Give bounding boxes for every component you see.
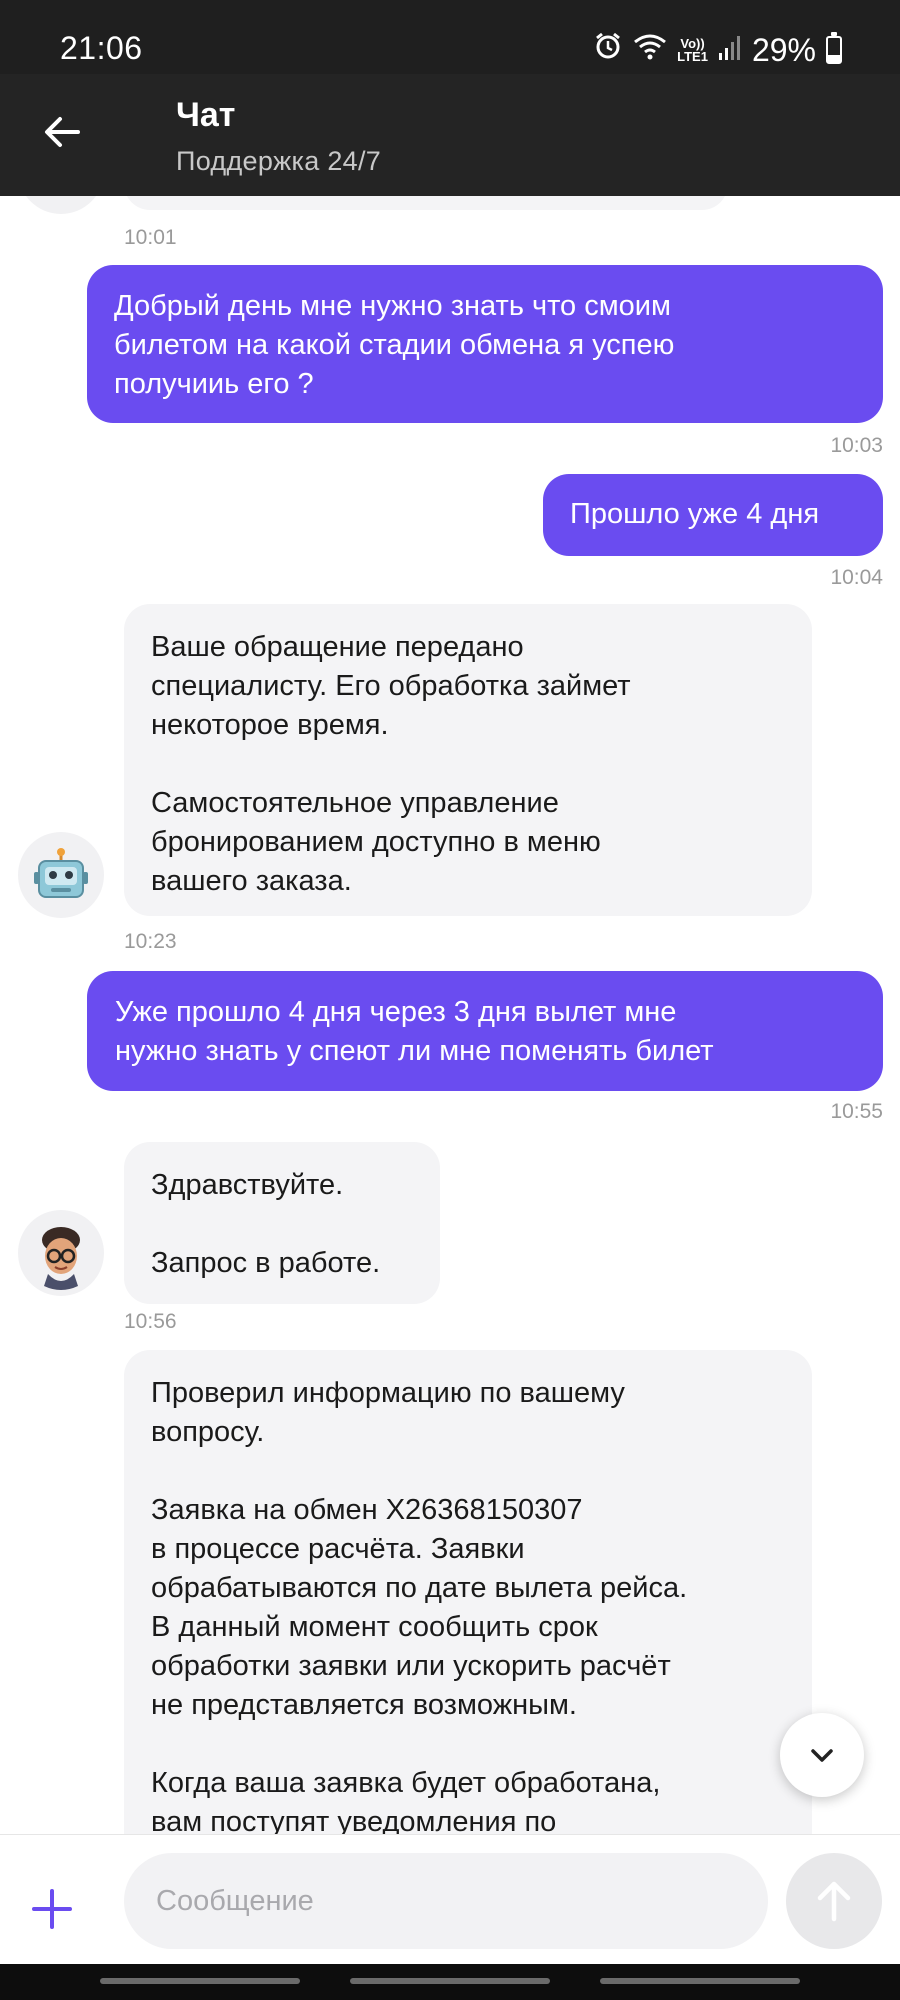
battery-percent: 29%: [751, 31, 816, 68]
nav-home-gesture[interactable]: [350, 1978, 550, 1984]
message-bubble-outgoing: Добрый день мне нужно знать что смоим би…: [87, 265, 883, 423]
avatar-partial: [18, 196, 104, 214]
message-input[interactable]: [124, 1853, 768, 1949]
chat-header: Чат Поддержка 24/7: [0, 74, 900, 196]
arrow-up-icon: [817, 1881, 851, 1922]
volte-indicator: Vo)) LTE1: [677, 37, 708, 63]
composer: [0, 1834, 900, 1965]
robot-avatar: [18, 832, 104, 918]
system-nav-bar: [0, 1964, 900, 2000]
alarm-icon: [593, 31, 623, 69]
message-time: 10:56: [124, 1310, 177, 1333]
battery-fill: [828, 55, 840, 62]
message-time: 10:55: [830, 1100, 883, 1123]
send-button[interactable]: [786, 1853, 882, 1949]
agent-avatar-icon: [42, 1227, 80, 1290]
message-list[interactable]: 10:01 Добрый день мне нужно знать что см…: [0, 196, 900, 1834]
status-time: 21:06: [60, 30, 143, 66]
message-bubble-incoming: Здравствуйте. Запрос в работе.: [124, 1142, 440, 1304]
message-bubble-partial: [124, 196, 728, 210]
message-time: 10:23: [124, 930, 177, 953]
lte-text: LTE1: [677, 49, 708, 64]
attach-button[interactable]: [24, 1881, 80, 1937]
message-time: 10:01: [124, 226, 177, 249]
arrow-left-icon: [45, 117, 80, 147]
chat-subtitle: Поддержка 24/7: [176, 146, 382, 176]
message-bubble-incoming: Ваше обращение передано специалисту. Его…: [124, 604, 812, 916]
battery-icon: [826, 32, 842, 64]
wifi-icon: [633, 32, 667, 69]
agent-avatar: [18, 1210, 104, 1296]
message-time: 10:03: [830, 434, 883, 457]
back-button[interactable]: [32, 102, 92, 162]
robot-avatar-icon: [34, 848, 88, 898]
nav-back-gesture[interactable]: [100, 1978, 300, 1984]
chat-title: Чат: [176, 96, 236, 134]
message-bubble-incoming: Проверил информацию по вашему вопросу. З…: [124, 1350, 812, 1834]
status-bar: 21:06 Vo)) LTE1 29%: [0, 0, 900, 74]
chevron-down-icon: [811, 1749, 833, 1762]
signal-icon: [718, 32, 742, 69]
nav-recents-gesture[interactable]: [600, 1978, 800, 1984]
status-icons: Vo)) LTE1 29%: [593, 30, 842, 70]
plus-icon: [32, 1889, 72, 1929]
message-bubble-outgoing: Прошло уже 4 дня: [543, 474, 883, 556]
message-time: 10:04: [830, 566, 883, 589]
scroll-to-bottom-button[interactable]: [780, 1713, 864, 1797]
message-bubble-outgoing: Уже прошло 4 дня через 3 дня вылет мне н…: [87, 971, 883, 1091]
